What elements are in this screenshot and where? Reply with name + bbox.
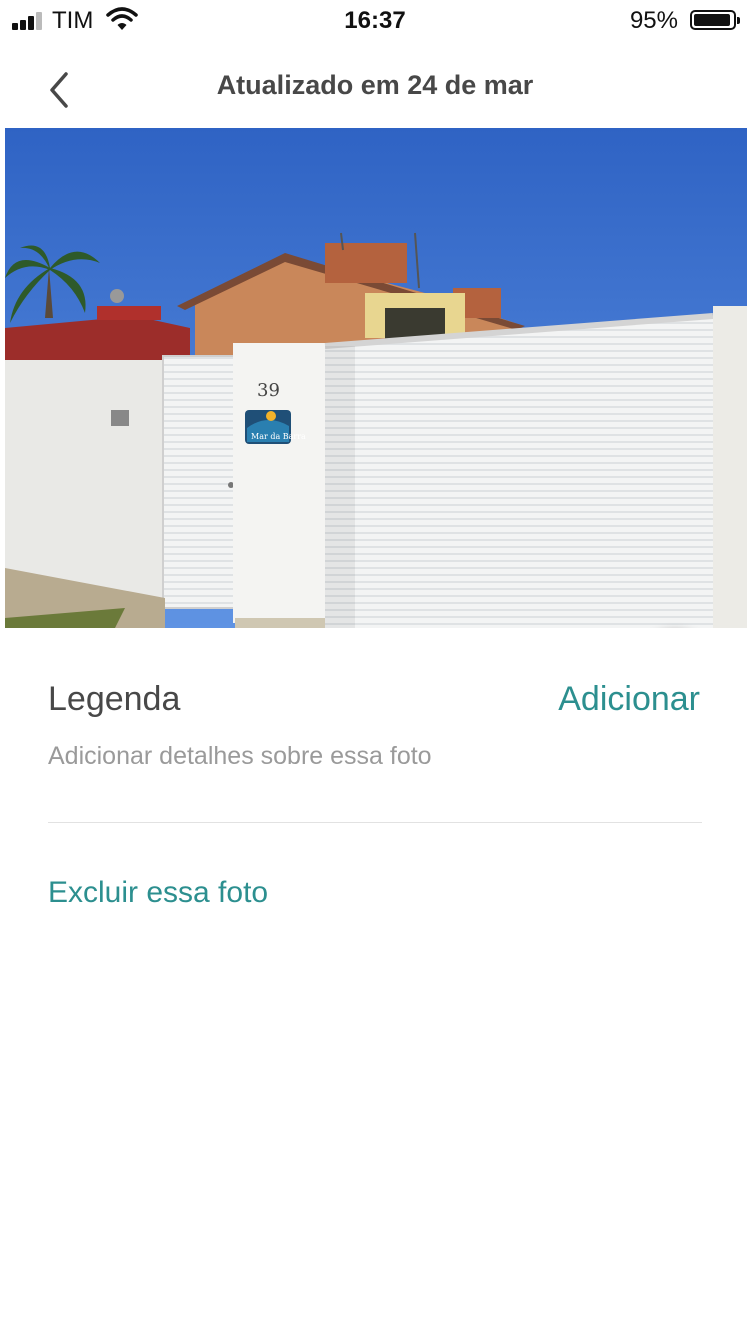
add-caption-button[interactable]: Adicionar [558,680,700,719]
status-bar: TIM 16:37 95% [0,0,750,40]
delete-photo-button[interactable]: Excluir essa foto [48,876,268,910]
battery-percentage: 95% [629,7,678,34]
divider [48,822,702,823]
listing-photo[interactable]: 39 Mar da Barra [5,128,747,628]
house-sign-text: Mar da Barra [251,432,306,441]
caption-placeholder: Adicionar detalhes sobre essa foto [48,742,432,770]
navigation-header: Atualizado em 24 de mar [0,50,750,120]
caption-label: Legenda [48,680,181,718]
battery-icon [690,10,740,30]
page-title: Atualizado em 24 de mar [216,70,534,100]
house-photo-image: 39 Mar da Barra [5,128,747,628]
svg-text:39: 39 [257,380,280,401]
